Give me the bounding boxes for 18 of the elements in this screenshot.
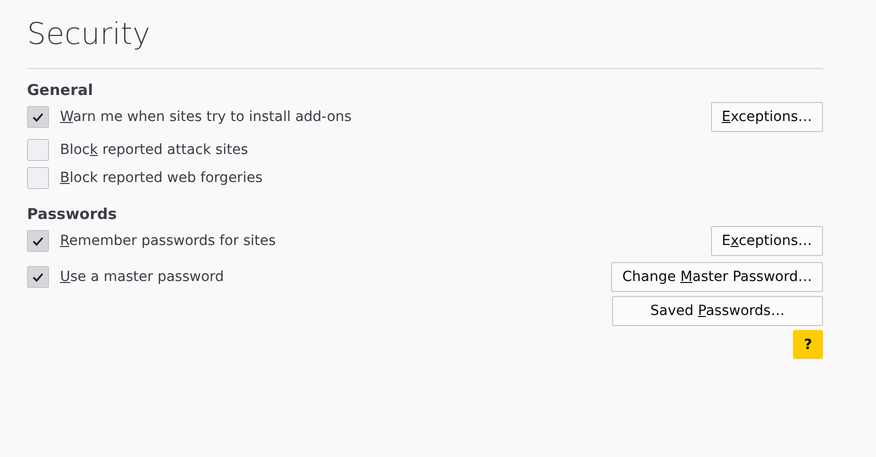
- dialog-button[interactable]: Exceptions…: [710, 226, 823, 256]
- dialog-button[interactable]: Exceptions…: [710, 102, 823, 132]
- checkbox-label[interactable]: Use a master password: [60, 269, 224, 285]
- checkbox-label[interactable]: Warn me when sites try to install add-ons: [60, 109, 352, 125]
- help-button[interactable]: ?: [793, 330, 823, 359]
- dialog-button[interactable]: Saved Passwords…: [612, 296, 823, 326]
- checkbox-label[interactable]: Block reported web forgeries: [60, 170, 262, 186]
- checkbox[interactable]: [27, 266, 49, 288]
- checkbox[interactable]: [27, 230, 49, 252]
- dialog-button[interactable]: Change Master Password…: [611, 262, 823, 292]
- checkbox[interactable]: [27, 139, 49, 161]
- page-title: Security: [27, 16, 152, 54]
- checkbox-label[interactable]: Block reported attack sites: [60, 142, 248, 158]
- checkbox-label[interactable]: Remember passwords for sites: [60, 233, 276, 249]
- section-heading: Passwords: [27, 204, 118, 224]
- checkbox[interactable]: [27, 106, 49, 128]
- checkbox[interactable]: [27, 167, 49, 189]
- section-heading: General: [27, 80, 94, 100]
